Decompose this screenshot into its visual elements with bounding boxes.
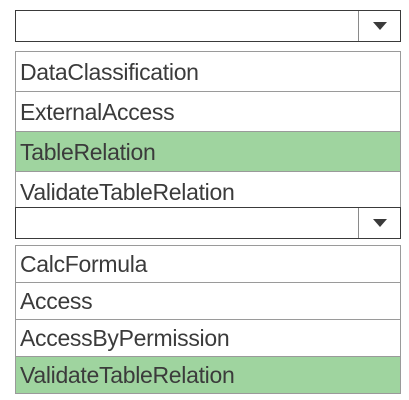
page: DataClassification ExternalAccess TableR…: [0, 0, 409, 400]
dropdown-1-options: DataClassification ExternalAccess TableR…: [15, 51, 401, 212]
chevron-down-icon: [372, 21, 387, 30]
dropdown-2-option-access-by-permission[interactable]: AccessByPermission: [16, 320, 400, 357]
dropdown-1-toggle[interactable]: [358, 11, 400, 41]
dropdown-1-option-data-classification[interactable]: DataClassification: [16, 52, 400, 92]
dropdown-1-option-table-relation[interactable]: TableRelation: [16, 132, 400, 172]
dropdown-2-toggle[interactable]: [358, 208, 400, 238]
dropdown-2-select[interactable]: [15, 207, 401, 239]
dropdown-2-option-access[interactable]: Access: [16, 283, 400, 320]
dropdown-2-option-calc-formula[interactable]: CalcFormula: [16, 246, 400, 283]
dropdown-2-option-validate-table-relation[interactable]: ValidateTableRelation: [16, 357, 400, 394]
chevron-down-icon: [372, 218, 387, 227]
dropdown-1-option-external-access[interactable]: ExternalAccess: [16, 92, 400, 132]
dropdown-2-options: CalcFormula Access AccessByPermission Va…: [15, 245, 401, 394]
dropdown-1-select[interactable]: [15, 10, 401, 42]
dropdown-1-option-validate-table-relation[interactable]: ValidateTableRelation: [16, 172, 400, 212]
dropdown-2: CalcFormula Access AccessByPermission Va…: [15, 207, 401, 394]
dropdown-1: DataClassification ExternalAccess TableR…: [15, 10, 401, 212]
